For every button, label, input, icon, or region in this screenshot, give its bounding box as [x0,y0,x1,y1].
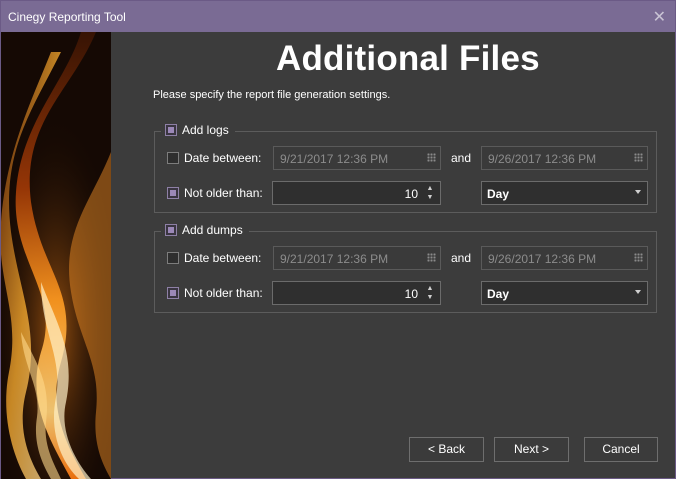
page-subtitle: Please specify the report file generatio… [153,89,391,101]
logs-unit-value: Day [487,187,510,201]
logs-not-older-value: 10 [404,187,418,201]
calendar-grid-icon[interactable] [427,253,436,262]
chevron-down-icon [635,290,641,294]
add-logs-checkbox[interactable] [165,124,177,136]
logs-date-from-field[interactable]: 9/21/2017 12:36 PM [273,146,441,170]
logs-date-to-field[interactable]: 9/26/2017 12:36 PM [481,146,648,170]
title-bar: Cinegy Reporting Tool ✕ [1,1,675,32]
add-logs-label: Add logs [182,123,229,137]
calendar-grid-icon[interactable] [634,253,643,262]
back-button[interactable]: < Back [409,437,484,462]
dumps-unit-select[interactable]: Day [481,281,648,305]
calendar-grid-icon[interactable] [427,153,436,162]
spinner-arrows-icon[interactable]: ▲ ▼ [424,284,436,302]
dumps-not-older-value: 10 [404,287,418,301]
logs-not-older-label: Not older than: [184,186,263,200]
dumps-not-older-stepper[interactable]: 10 ▲ ▼ [272,281,441,305]
app-window: Cinegy Reporting Tool ✕ Additional Files… [0,0,676,479]
logs-not-older-row[interactable]: Not older than: [167,186,263,200]
dumps-and-label: and [451,251,472,265]
dumps-unit-value: Day [487,287,510,301]
add-dumps-label: Add dumps [182,223,243,237]
dumps-date-from-value: 9/21/2017 12:36 PM [280,252,389,266]
flame-banner-image [1,32,111,479]
dumps-not-older-checkbox[interactable] [167,287,179,299]
dumps-date-to-field[interactable]: 9/26/2017 12:36 PM [481,246,648,270]
calendar-grid-icon[interactable] [634,153,643,162]
dumps-not-older-row[interactable]: Not older than: [167,286,263,300]
dumps-date-between-checkbox[interactable] [167,252,179,264]
chevron-down-icon [635,190,641,194]
close-icon[interactable]: ✕ [653,7,666,27]
page-title: Additional Files [276,39,540,78]
spinner-arrows-icon[interactable]: ▲ ▼ [424,184,436,202]
add-dumps-checkbox-row[interactable]: Add dumps [161,223,249,237]
logs-unit-select[interactable]: Day [481,181,648,205]
logs-date-between-label: Date between: [184,151,262,165]
add-dumps-checkbox[interactable] [165,224,177,236]
logs-not-older-checkbox[interactable] [167,187,179,199]
cancel-button[interactable]: Cancel [584,437,658,462]
logs-date-to-value: 9/26/2017 12:36 PM [488,152,597,166]
add-logs-checkbox-row[interactable]: Add logs [161,123,235,137]
logs-not-older-stepper[interactable]: 10 ▲ ▼ [272,181,441,205]
logs-and-label: and [451,151,472,165]
dumps-date-between-row[interactable]: Date between: [167,251,261,265]
logs-date-from-value: 9/21/2017 12:36 PM [280,152,389,166]
dumps-date-to-value: 9/26/2017 12:36 PM [488,252,597,266]
next-button[interactable]: Next > [494,437,569,462]
dumps-date-between-label: Date between: [184,251,262,265]
dumps-not-older-label: Not older than: [184,286,263,300]
logs-date-between-row[interactable]: Date between: [167,151,261,165]
window-title: Cinegy Reporting Tool [8,10,126,24]
dumps-date-from-field[interactable]: 9/21/2017 12:36 PM [273,246,441,270]
logs-date-between-checkbox[interactable] [167,152,179,164]
